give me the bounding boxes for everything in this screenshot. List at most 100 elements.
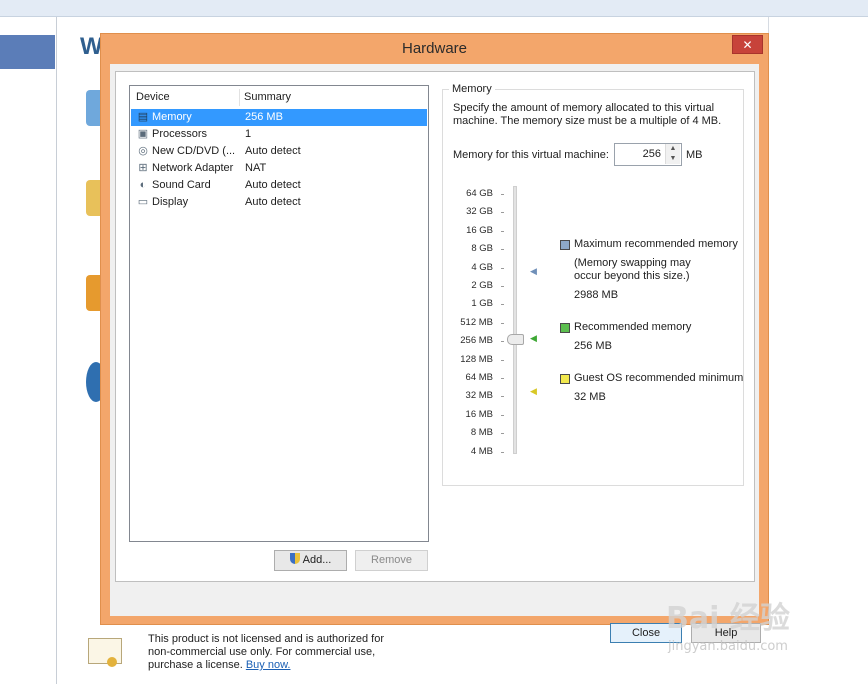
- processor-icon: ▣: [137, 128, 149, 140]
- scale-tick-label: 128 MB: [460, 354, 493, 365]
- add-device-button[interactable]: Add...: [274, 550, 347, 571]
- scale-tick-mark: [501, 304, 504, 305]
- scale-tick-label: 512 MB: [460, 317, 493, 328]
- spin-down-icon[interactable]: ▼: [665, 154, 680, 164]
- display-icon: ▭: [137, 196, 149, 208]
- max-memory-legend-swatch: [560, 240, 570, 250]
- memory-spinner[interactable]: 256 ▲ ▼: [614, 143, 682, 166]
- scale-tick-mark: [501, 341, 504, 342]
- min-memory-legend-swatch: [560, 374, 570, 384]
- scale-tick-mark: [501, 194, 504, 195]
- memory-group-title: Memory: [449, 83, 495, 95]
- device-summary: Auto detect: [245, 145, 301, 157]
- app-left-panel: [0, 17, 57, 684]
- min-memory-legend-title: Guest OS recommended minimum: [574, 372, 744, 384]
- scale-tick-mark: [501, 452, 504, 453]
- sound-card-icon: ◐: [139, 179, 147, 191]
- device-summary: Auto detect: [245, 179, 301, 191]
- device-summary: 256 MB: [245, 111, 283, 123]
- device-row-sound-card[interactable]: ◐ Sound Card Auto detect: [131, 177, 427, 194]
- scale-tick-mark: [501, 360, 504, 361]
- scale-tick-label: 1 GB: [471, 298, 493, 309]
- device-name: Memory: [152, 111, 192, 123]
- scale-tick-mark: [501, 415, 504, 416]
- min-memory-legend-value: 32 MB: [574, 391, 606, 403]
- scale-tick-label: 8 MB: [470, 427, 493, 438]
- dialog-body: Device Summary ▤ Memory 256 MB ▣ Process…: [110, 64, 761, 643]
- watermark: Bai 经验 jingyan.baidu.com: [666, 593, 831, 671]
- memory-slider-track[interactable]: [513, 186, 517, 454]
- min-memory-marker-icon: ◀: [530, 386, 537, 396]
- device-row-network-adapter[interactable]: ⊞ Network Adapter NAT: [131, 160, 427, 177]
- recommended-memory-marker-icon: ◀: [530, 333, 537, 343]
- memory-slider-thumb[interactable]: [507, 334, 524, 345]
- scale-tick-mark: [501, 249, 504, 250]
- scale-tick-mark: [501, 212, 504, 213]
- app-top-bar: [0, 0, 868, 17]
- scale-tick-label: 4 MB: [470, 446, 493, 457]
- memory-group: Memory Specify the amount of memory allo…: [442, 83, 744, 486]
- remove-device-button[interactable]: Remove: [355, 550, 428, 571]
- device-row-memory[interactable]: ▤ Memory 256 MB: [131, 109, 427, 126]
- certificate-icon: [88, 638, 122, 667]
- device-name: New CD/DVD (...: [152, 145, 236, 157]
- license-text: This product is not licensed and is auth…: [148, 633, 385, 671]
- max-memory-legend-value: 2988 MB: [574, 289, 619, 301]
- scale-tick-label: 32 MB: [465, 390, 493, 401]
- device-name: Display: [152, 196, 189, 208]
- scale-tick-mark: [501, 323, 504, 324]
- recommended-memory-legend-title: Recommended memory: [574, 321, 692, 333]
- recommended-memory-legend-value: 256 MB: [574, 340, 612, 352]
- scale-tick-mark: [501, 433, 504, 434]
- spin-up-icon[interactable]: ▲: [665, 144, 680, 154]
- memory-description: Specify the amount of memory allocated t…: [453, 102, 722, 127]
- memory-unit: MB: [686, 149, 703, 161]
- scale-tick-label: 32 GB: [466, 206, 493, 217]
- scale-tick-label: 64 MB: [465, 372, 493, 383]
- scale-tick-label: 16 MB: [465, 409, 493, 420]
- column-header-device[interactable]: Device: [136, 91, 170, 103]
- scale-tick-label: 64 GB: [466, 188, 493, 199]
- hardware-dialog: Hardware ✕ Device Summary ▤ Memory 256 M…: [100, 33, 769, 643]
- cd-dvd-icon: ◎: [138, 145, 148, 157]
- buy-now-link[interactable]: Buy now.: [246, 659, 291, 671]
- hardware-panel: Device Summary ▤ Memory 256 MB ▣ Process…: [115, 71, 755, 582]
- device-name: Processors: [152, 128, 208, 140]
- recommended-memory-legend-swatch: [560, 323, 570, 333]
- device-name: Sound Card: [152, 179, 211, 191]
- device-row-processors[interactable]: ▣ Processors 1: [131, 126, 427, 143]
- scale-tick-label: 16 GB: [466, 225, 493, 236]
- scale-tick-mark: [501, 231, 504, 232]
- device-name: Network Adapter: [152, 162, 234, 174]
- device-list[interactable]: Device Summary ▤ Memory 256 MB ▣ Process…: [129, 85, 429, 542]
- scale-tick-mark: [501, 286, 504, 287]
- scale-tick-label: 4 GB: [471, 262, 493, 273]
- device-summary: NAT: [245, 162, 267, 174]
- column-separator[interactable]: [239, 89, 240, 106]
- close-icon[interactable]: ✕: [732, 35, 763, 54]
- device-list-header: Device Summary: [130, 86, 428, 108]
- device-row-cd-dvd[interactable]: ◎ New CD/DVD (... Auto detect: [131, 143, 427, 160]
- device-row-display[interactable]: ▭ Display Auto detect: [131, 194, 427, 211]
- scale-tick-mark: [501, 378, 504, 379]
- memory-input[interactable]: 256: [643, 148, 661, 160]
- dialog-title: Hardware: [401, 40, 468, 57]
- max-memory-legend-note: (Memory swapping may occur beyond this s…: [574, 257, 691, 282]
- scale-tick-mark: [501, 268, 504, 269]
- device-summary: 1: [245, 128, 252, 140]
- max-memory-marker-icon: ◀: [530, 266, 537, 276]
- watermark-url: jingyan.baidu.com: [668, 639, 788, 654]
- max-memory-legend-title: Maximum recommended memory: [574, 238, 738, 250]
- scale-tick-label: 256 MB: [460, 335, 493, 346]
- scale-tick-label: 2 GB: [471, 280, 493, 291]
- device-summary: Auto detect: [245, 196, 301, 208]
- network-adapter-icon: ⊞: [138, 162, 148, 174]
- shield-icon: [289, 553, 300, 564]
- scale-tick-mark: [501, 396, 504, 397]
- app-left-selected-item[interactable]: [0, 35, 55, 69]
- column-header-summary[interactable]: Summary: [244, 91, 291, 103]
- watermark-logo: Bai 经验: [666, 601, 790, 636]
- memory-field-label: Memory for this virtual machine:: [453, 149, 609, 161]
- memory-icon: ▤: [137, 111, 149, 123]
- scale-tick-label: 8 GB: [471, 243, 493, 254]
